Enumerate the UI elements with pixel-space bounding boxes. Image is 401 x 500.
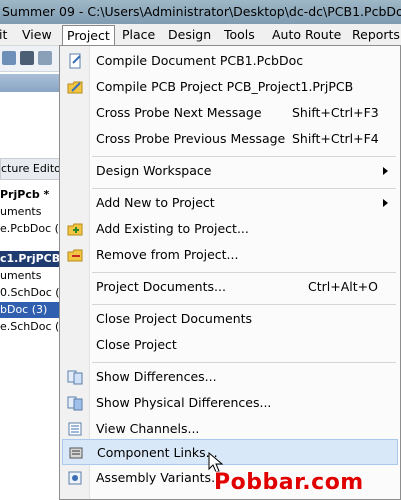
menu-project[interactable]: Project [62, 25, 115, 47]
menu-item-show-differences[interactable]: Show Differences... [62, 364, 398, 390]
menu-item-compile-document[interactable]: Compile Document PCB1.PcbDoc [62, 48, 398, 74]
menu-edit[interactable]: it [0, 24, 7, 46]
menu-item-remove-from-project[interactable]: Remove from Project... [62, 242, 398, 268]
shortcut-text: Shift+Ctrl+F3 [292, 105, 379, 120]
compile-document-icon [69, 53, 81, 69]
menu-item-add-existing[interactable]: Add Existing to Project... [62, 216, 398, 242]
menu-item-design-workspace[interactable]: Design Workspace [62, 158, 398, 184]
menu-separator [92, 188, 396, 189]
menu-view[interactable]: View [22, 24, 52, 46]
menu-item-component-links[interactable]: Component Links... [62, 439, 398, 465]
view-channels-icon [68, 422, 82, 436]
menu-bar: it View Project Place Design Tools Auto … [0, 24, 401, 47]
submenu-arrow-icon [383, 167, 388, 175]
menu-item-close-project-documents[interactable]: Close Project Documents [62, 306, 398, 332]
menu-design[interactable]: Design [168, 24, 211, 46]
menu-item-compile-pcb-project[interactable]: Compile PCB Project PCB_Project1.PrjPCB [62, 74, 398, 100]
shortcut-text: Shift+Ctrl+F4 [292, 131, 379, 146]
add-existing-icon [67, 223, 83, 236]
panel-settings-icon[interactable] [38, 51, 52, 65]
shortcut-text: Ctrl+Alt+O [308, 279, 378, 294]
menu-reports[interactable]: Reports [352, 24, 400, 46]
menu-item-add-new-to-project[interactable]: Add New to Project [62, 190, 398, 216]
watermark: Pobbar.com [214, 470, 364, 495]
menu-separator [92, 304, 396, 305]
menu-item-close-project[interactable]: Close Project [62, 332, 398, 358]
menu-auto-route[interactable]: Auto Route [272, 24, 341, 46]
menu-item-cross-probe-previous[interactable]: Cross Probe Previous Message Shift+Ctrl+… [62, 126, 398, 152]
menu-item-show-physical-differences[interactable]: Show Physical Differences... [62, 390, 398, 416]
window-title: Summer 09 - C:\Users\Administrator\Deskt… [2, 4, 401, 19]
menu-place[interactable]: Place [122, 24, 155, 46]
menu-item-project-documents[interactable]: Project Documents... Ctrl+Alt+O [62, 274, 398, 300]
menu-tools[interactable]: Tools [224, 24, 255, 46]
window-title-bar: Summer 09 - C:\Users\Administrator\Deskt… [0, 0, 401, 24]
panel-tool-icon[interactable] [2, 51, 16, 65]
compile-project-icon [67, 81, 83, 94]
menu-separator [92, 156, 396, 157]
menu-separator [92, 272, 396, 273]
show-differences-icon [67, 370, 83, 385]
menu-item-cross-probe-next[interactable]: Cross Probe Next Message Shift+Ctrl+F3 [62, 100, 398, 126]
menu-separator [92, 362, 396, 363]
assembly-variants-icon [68, 471, 82, 485]
show-physical-differences-icon [67, 396, 83, 411]
project-menu: Compile Document PCB1.PcbDoc Compile PCB… [59, 45, 401, 500]
panel-layers-icon[interactable] [20, 51, 34, 65]
component-links-icon [69, 447, 83, 459]
remove-from-project-icon [67, 249, 83, 262]
submenu-arrow-icon [383, 199, 388, 207]
